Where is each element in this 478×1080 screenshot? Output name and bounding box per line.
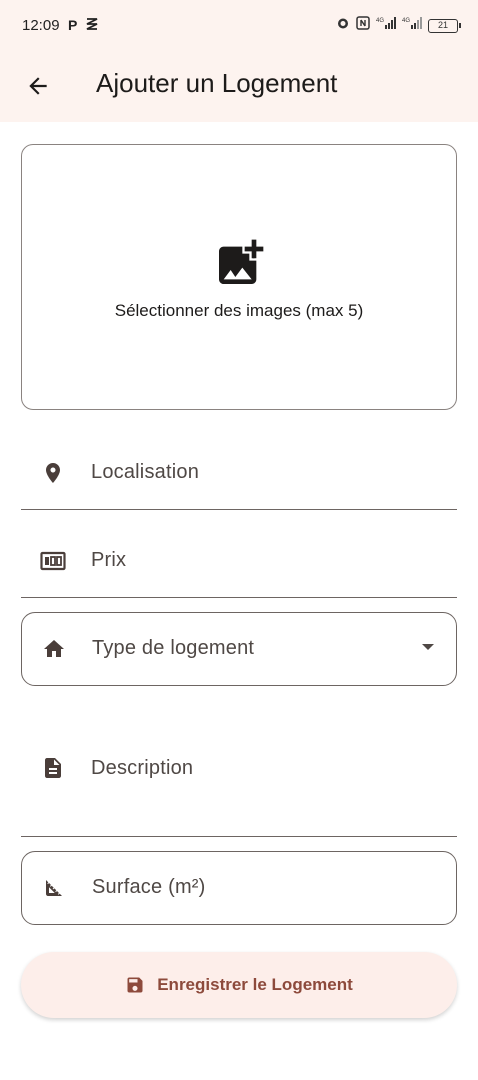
money-icon — [39, 547, 67, 575]
location-pin-icon — [39, 459, 67, 487]
app-notification-icon — [85, 17, 99, 34]
notification-icons: P — [68, 17, 99, 34]
housing-type-label: Type de logement — [92, 637, 255, 659]
surface-label: Surface (m²) — [92, 876, 206, 898]
arrow-back-icon — [29, 77, 47, 95]
add-photo-icon — [219, 239, 264, 284]
description-field[interactable]: Description — [21, 720, 457, 837]
nfc-icon — [356, 16, 370, 35]
price-label: Prix — [91, 549, 127, 571]
home-icon — [40, 635, 68, 663]
save-icon — [127, 977, 143, 993]
square-foot-icon — [40, 874, 68, 902]
save-housing-button[interactable]: Enregistrer le Logement — [21, 952, 457, 1018]
page-title: Ajouter un Logement — [96, 68, 338, 98]
signal-4g-icon-2: 4G — [402, 16, 422, 35]
back-button[interactable] — [20, 68, 56, 104]
parking-notification-icon: P — [68, 17, 78, 33]
battery-icon: 21 — [428, 18, 461, 33]
signal-4g-icon: 4G — [376, 16, 396, 35]
system-icons: 4G 4G 21 — [336, 16, 461, 35]
location-field[interactable]: Localisation — [21, 440, 457, 510]
description-label: Description — [91, 757, 194, 779]
description-icon — [39, 754, 67, 782]
location-label: Localisation — [91, 461, 200, 483]
alarm-icon — [336, 16, 350, 35]
surface-field[interactable]: Surface (m²) — [21, 851, 457, 925]
svg-text:4G: 4G — [402, 18, 410, 24]
status-time: 12:09 — [22, 17, 60, 34]
save-button-label: Enregistrer le Logement — [157, 975, 353, 994]
dropdown-arrow-icon — [422, 644, 434, 650]
app-bar: Ajouter un Logement — [0, 54, 478, 122]
image-picker[interactable]: Sélectionner des images (max 5) — [21, 144, 457, 410]
svg-text:4G: 4G — [376, 18, 384, 24]
housing-type-dropdown[interactable]: Type de logement — [21, 612, 457, 686]
price-field[interactable]: Prix — [21, 528, 457, 598]
image-picker-label: Sélectionner des images (max 5) — [114, 301, 364, 320]
status-bar: 12:09 P 4G 4G 21 — [0, 0, 478, 54]
